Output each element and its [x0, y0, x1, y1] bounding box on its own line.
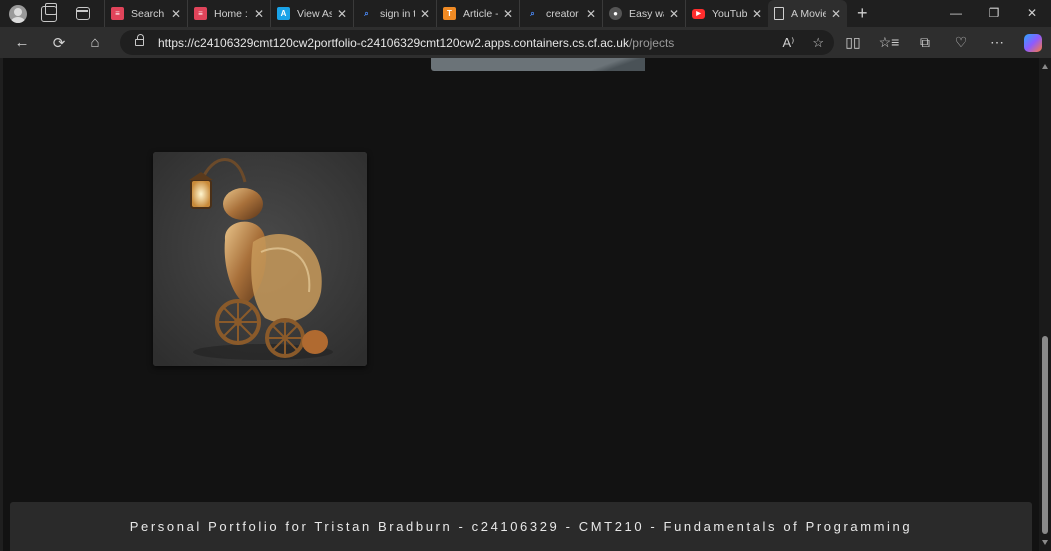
- url-text[interactable]: https://c24106329cmt120cw2portfolio-c241…: [158, 36, 674, 50]
- tab-title: Article -: [463, 7, 498, 20]
- tab-a-movie[interactable]: A Movie ✕: [768, 0, 847, 27]
- back-button[interactable]: ←: [11, 32, 33, 54]
- address-bar[interactable]: https://c24106329cmt120cw2portfolio-c241…: [120, 30, 834, 55]
- new-tab-button[interactable]: +: [857, 0, 868, 27]
- tab-search[interactable]: ≡ Search ✕: [104, 0, 187, 27]
- tab-title: creator: [546, 7, 579, 20]
- close-icon[interactable]: ✕: [254, 7, 264, 21]
- page-scrollbar[interactable]: [1039, 58, 1051, 551]
- close-icon[interactable]: ✕: [171, 7, 181, 21]
- navigation-bar: ← ⟳ ⌂ https://c24106329cmt120cw2portfoli…: [0, 27, 1051, 58]
- profile-avatar[interactable]: [9, 4, 27, 23]
- workspaces-icon[interactable]: [41, 2, 57, 22]
- search-favicon-icon: ⌕: [530, 8, 535, 18]
- list-favicon-icon: ≡: [194, 7, 207, 20]
- project-card-image[interactable]: [431, 58, 645, 71]
- tab-title: A Movie: [791, 7, 826, 20]
- close-icon[interactable]: ✕: [586, 7, 596, 21]
- tab-strip: ≡ Search ✕ ≡ Home : ✕ A View As ✕ ⌕ sign…: [0, 0, 1051, 27]
- scroll-down-arrow-icon[interactable]: [1042, 540, 1048, 545]
- copilot-icon[interactable]: [1024, 33, 1042, 52]
- tab-title: Easy wa: [629, 7, 664, 20]
- window-controls: — ❐ ✕: [937, 0, 1051, 27]
- tab-article[interactable]: T Article - ✕: [436, 0, 519, 27]
- tab-title: YouTub: [712, 7, 747, 20]
- close-icon[interactable]: ✕: [752, 7, 762, 21]
- close-window-button[interactable]: ✕: [1013, 0, 1051, 27]
- tab-title: Search: [131, 7, 165, 20]
- vertical-tabs-icon[interactable]: [76, 7, 90, 20]
- tab-home[interactable]: ≡ Home : ✕: [187, 0, 270, 27]
- page-favicon-icon: [774, 7, 784, 20]
- home-button[interactable]: ⌂: [84, 32, 106, 54]
- page-footer: Personal Portfolio for Tristan Bradburn …: [10, 502, 1032, 551]
- youtube-favicon-icon: ▶: [692, 8, 705, 19]
- close-icon[interactable]: ✕: [669, 7, 679, 21]
- lock-icon[interactable]: [135, 34, 144, 46]
- favorites-icon[interactable]: ☆≡: [871, 34, 907, 51]
- tab-sign-in[interactable]: ⌕ sign in t ✕: [353, 0, 436, 27]
- dark-favicon-icon: ●: [609, 7, 622, 20]
- steampunk-figure-artwork: [153, 152, 367, 366]
- tab-list: ≡ Search ✕ ≡ Home : ✕ A View As ✕ ⌕ sign…: [104, 0, 847, 27]
- restore-button[interactable]: ❐: [975, 0, 1013, 27]
- url-path: /projects: [628, 35, 675, 50]
- url-host: https://c24106329cmt120cw2portfolio-c241…: [158, 35, 629, 50]
- minimize-button[interactable]: —: [937, 0, 975, 27]
- more-menu-icon[interactable]: ⋯: [979, 34, 1015, 51]
- footer-text: Personal Portfolio for Tristan Bradburn …: [129, 519, 913, 534]
- close-icon[interactable]: ✕: [337, 7, 347, 21]
- collections-icon[interactable]: ⧉: [907, 34, 943, 51]
- tab-view-as[interactable]: A View As ✕: [270, 0, 353, 27]
- list-favicon-icon: ≡: [111, 7, 124, 20]
- project-card-image[interactable]: [153, 152, 367, 366]
- split-screen-icon[interactable]: ▯▯: [835, 34, 871, 51]
- address-bar-actions: A⁾ ☆: [782, 30, 824, 55]
- tab-easy-way[interactable]: ● Easy wa ✕: [602, 0, 685, 27]
- browser-essentials-icon[interactable]: ♡: [943, 34, 979, 51]
- close-icon[interactable]: ✕: [503, 7, 513, 21]
- reload-button[interactable]: ⟳: [48, 32, 70, 54]
- tab-title: View As: [297, 7, 332, 20]
- app-favicon-icon: A: [277, 7, 290, 20]
- page-viewport: Personal Portfolio for Tristan Bradburn …: [3, 58, 1039, 551]
- read-aloud-icon[interactable]: A⁾: [782, 35, 794, 51]
- tab-youtube[interactable]: ▶ YouTub ✕: [685, 0, 768, 27]
- scrollbar-thumb[interactable]: [1042, 336, 1048, 534]
- browser-toolbar: ▯▯ ☆≡ ⧉ ♡ ⋯: [835, 27, 1051, 58]
- close-icon[interactable]: ✕: [831, 7, 841, 21]
- close-icon[interactable]: ✕: [420, 7, 430, 21]
- tab-title: sign in t: [380, 7, 415, 20]
- tab-title: Home :: [214, 7, 248, 20]
- tab-creator[interactable]: ⌕ creator ✕: [519, 0, 602, 27]
- scroll-up-arrow-icon[interactable]: [1042, 64, 1048, 69]
- search-favicon-icon: ⌕: [364, 8, 369, 18]
- favorite-star-icon[interactable]: ☆: [812, 35, 824, 51]
- t-favicon-icon: T: [443, 7, 456, 20]
